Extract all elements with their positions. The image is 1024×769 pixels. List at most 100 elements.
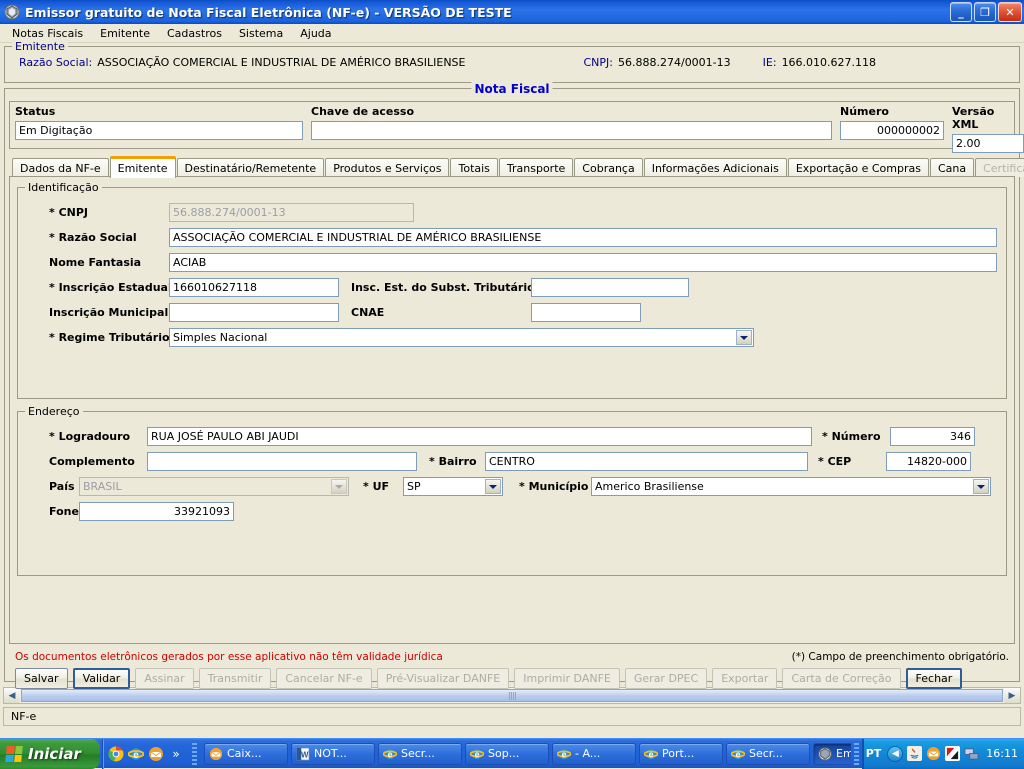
- show-hidden-icons-chevron[interactable]: ◀: [887, 746, 903, 762]
- tab-exportacao-e-compras[interactable]: Exportação e Compras: [788, 158, 929, 177]
- cnae-input[interactable]: [531, 303, 641, 322]
- outlook-express-icon[interactable]: [926, 746, 941, 761]
- numero-input[interactable]: [840, 121, 944, 140]
- identificacao-fieldset: Identificação * CNPJ * Razão Social Nome…: [17, 187, 1007, 399]
- action-button-bar: Salvar Validar Assinar Transmitir Cancel…: [15, 668, 1009, 689]
- salvar-button[interactable]: Salvar: [15, 668, 68, 689]
- tab-cobranca[interactable]: Cobrança: [574, 158, 642, 177]
- taskbar-item-label: Port...: [662, 747, 694, 760]
- menu-item-emitente[interactable]: Emitente: [92, 25, 159, 42]
- inscricao-municipal-input[interactable]: [169, 303, 339, 322]
- nfe-app-icon: [818, 747, 832, 761]
- taskbar-item-label: - A...: [575, 747, 600, 760]
- tab-emitente[interactable]: Emitente: [110, 156, 176, 178]
- more-chevron-icon[interactable]: »: [168, 746, 184, 762]
- tab-totais[interactable]: Totais: [450, 158, 497, 177]
- identificacao-legend: Identificação: [25, 181, 102, 194]
- complemento-input[interactable]: [147, 452, 417, 471]
- chevron-down-icon[interactable]: [736, 330, 752, 345]
- numero-label: Número: [840, 105, 944, 118]
- pais-label: País: [27, 480, 79, 493]
- menu-item-ajuda[interactable]: Ajuda: [292, 25, 340, 42]
- java-icon[interactable]: [907, 746, 922, 761]
- start-button[interactable]: Iniciar: [0, 739, 100, 769]
- scroll-left-icon[interactable]: ◀: [4, 688, 20, 703]
- logradouro-label: * Logradouro: [27, 430, 147, 443]
- scrollbar-thumb[interactable]: [21, 689, 1003, 702]
- validar-button[interactable]: Validar: [73, 668, 131, 689]
- ie-header-label: IE:: [763, 56, 777, 69]
- taskbar-clock[interactable]: 16:11: [986, 747, 1018, 760]
- network-icon[interactable]: [964, 746, 979, 761]
- menu-item-cadastros[interactable]: Cadastros: [159, 25, 231, 42]
- word-icon: W: [296, 747, 310, 761]
- uf-select[interactable]: SP: [403, 477, 503, 496]
- taskbar-item-secr-2[interactable]: e Secr...: [726, 743, 810, 765]
- numero-endereco-input[interactable]: [890, 427, 975, 446]
- taskbar-item-a[interactable]: e - A...: [552, 743, 636, 765]
- close-button[interactable]: ✕: [998, 2, 1022, 22]
- tab-informacoes-adicionais[interactable]: Informações Adicionais: [644, 158, 787, 177]
- tab-transporte[interactable]: Transporte: [499, 158, 573, 177]
- cnpj-header-value: 56.888.274/0001-13: [618, 56, 731, 69]
- svg-text:W: W: [301, 750, 309, 759]
- horizontal-scrollbar[interactable]: ◀ ▶: [3, 687, 1021, 704]
- municipio-value: Americo Brasiliense: [595, 480, 704, 493]
- nome-fantasia-input[interactable]: [169, 253, 997, 272]
- inscricao-estadual-input[interactable]: [169, 278, 339, 297]
- fechar-button[interactable]: Fechar: [906, 668, 963, 689]
- bairro-input[interactable]: [485, 452, 808, 471]
- inscricao-estadual-label: * Inscrição Estadual: [27, 281, 169, 294]
- emitente-info-panel: Emitente Razão Social: ASSOCIAÇÃO COMERC…: [4, 46, 1020, 83]
- versao-xml-input[interactable]: [952, 134, 1024, 153]
- razao-social-input[interactable]: [169, 228, 997, 247]
- razao-social-label: * Razão Social: [27, 231, 169, 244]
- municipio-select[interactable]: Americo Brasiliense: [591, 477, 991, 496]
- internet-explorer-icon[interactable]: e: [128, 746, 144, 762]
- bairro-label: * Bairro: [429, 455, 485, 468]
- cep-input[interactable]: [886, 452, 971, 471]
- scroll-right-icon[interactable]: ▶: [1004, 688, 1020, 703]
- taskbar-item-port[interactable]: e Port...: [639, 743, 723, 765]
- taskbar-item-secr-1[interactable]: e Secr...: [378, 743, 462, 765]
- uf-label: * UF: [363, 480, 403, 493]
- chevron-down-icon[interactable]: [973, 479, 989, 494]
- regime-tributario-select[interactable]: Simples Nacional: [169, 328, 754, 347]
- insc-est-subst-tributario-input[interactable]: [531, 278, 689, 297]
- required-fields-note: (*) Campo de preenchimento obrigatório.: [792, 651, 1009, 663]
- endereco-legend: Endereço: [25, 405, 83, 418]
- status-input[interactable]: [15, 121, 303, 140]
- pais-select: BRASIL: [79, 477, 349, 496]
- taskbar-item-emis[interactable]: Emis...: [813, 743, 851, 765]
- taskbar-item-caix[interactable]: Caix...: [204, 743, 288, 765]
- regime-tributario-label: * Regime Tributário: [27, 331, 169, 344]
- chave-de-acesso-input[interactable]: [311, 121, 832, 140]
- outlook-express-icon[interactable]: [148, 746, 164, 762]
- tab-destinatario-remetente[interactable]: Destinatário/Remetente: [177, 158, 325, 177]
- taskbar-item-not[interactable]: W NOT...: [291, 743, 375, 765]
- tab-cana[interactable]: Cana: [930, 158, 974, 177]
- menu-item-sistema[interactable]: Sistema: [231, 25, 292, 42]
- emitente-panel-legend: Emitente: [12, 40, 68, 53]
- tab-dados-da-nfe[interactable]: Dados da NF-e: [12, 158, 109, 177]
- menu-item-notas-fiscais[interactable]: Notas Fiscais: [4, 25, 92, 42]
- minimize-button[interactable]: _: [950, 2, 972, 22]
- quick-launch-bar: e »: [102, 739, 189, 769]
- window-titlebar[interactable]: Emissor gratuito de Nota Fiscal Eletrôni…: [0, 0, 1024, 24]
- logradouro-input[interactable]: [147, 427, 812, 446]
- taskbar-item-sop[interactable]: e Sop...: [465, 743, 549, 765]
- chevron-down-icon[interactable]: [485, 479, 501, 494]
- kaspersky-icon[interactable]: [945, 746, 960, 761]
- svg-text:e: e: [475, 749, 480, 759]
- restore-button[interactable]: ❐: [974, 2, 996, 22]
- fone-input[interactable]: [79, 502, 234, 521]
- pais-value: BRASIL: [83, 480, 122, 493]
- numero-endereco-label: * Número: [822, 430, 890, 443]
- inscricao-municipal-label: Inscrição Municipal: [27, 306, 169, 319]
- exportar-button: Exportar: [712, 668, 777, 689]
- taskbar-tasks: Caix... W NOT... e Secr... e Sop... e - …: [200, 743, 851, 765]
- language-indicator[interactable]: PT: [866, 747, 882, 760]
- main-tabstrip: Dados da NF-e Emitente Destinatário/Reme…: [9, 155, 1015, 177]
- tab-produtos-e-servicos[interactable]: Produtos e Serviços: [325, 158, 449, 177]
- chrome-icon[interactable]: [108, 746, 124, 762]
